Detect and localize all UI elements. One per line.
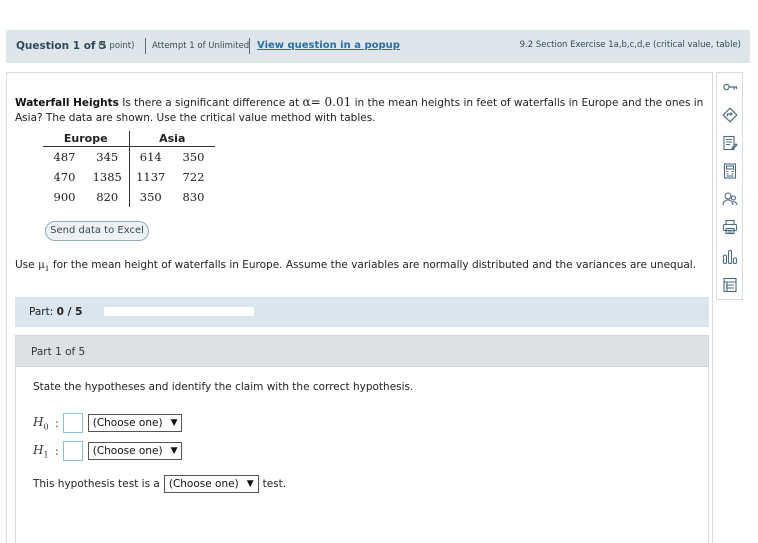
test-type-before: This hypothesis test is a: [33, 478, 160, 490]
problem-text-1: Is there a significant difference at: [122, 97, 300, 109]
send-to-excel-button[interactable]: Send data to Excel: [45, 221, 149, 241]
mu-symbol: μ1: [37, 259, 50, 274]
null-hypothesis-row: H0 : (Choose one) ▼: [33, 413, 183, 433]
question-content: Waterfall Heights Is there a significant…: [6, 72, 713, 543]
h0-symbol: H0: [33, 415, 53, 431]
column-header-europe: Europe: [43, 131, 129, 147]
question-header: Question 1 of 5 (1 point) Attempt 1 of U…: [6, 30, 750, 63]
question-points: (1 point): [98, 41, 135, 51]
table-cell: 1385: [92, 169, 122, 184]
h0-subscript: 0: [43, 422, 49, 432]
header-divider: [249, 38, 250, 54]
alpha-symbol: α: [302, 95, 311, 109]
problem-title: Waterfall Heights: [15, 97, 119, 109]
test-type-line: This hypothesis test is a (Choose one) ▼ …: [33, 475, 286, 493]
part-1-title: Part 1 of 5: [31, 346, 86, 358]
h0-colon: :: [55, 416, 59, 430]
table-cell: 722: [182, 169, 205, 184]
table-cell: 350: [182, 149, 205, 164]
table-cell: 470: [53, 169, 76, 184]
notes-icon[interactable]: [722, 135, 738, 151]
progress-track: [104, 307, 254, 316]
chart-icon[interactable]: [722, 249, 738, 265]
attempt-count: Attempt 1 of Unlimited: [152, 41, 250, 51]
table-cell: 614: [128, 146, 172, 167]
navigate-icon[interactable]: [722, 107, 738, 123]
table-cell: 350: [128, 186, 172, 207]
h0-select-value: (Choose one): [92, 417, 163, 429]
mu-symbol-char: μ: [37, 259, 45, 271]
question-number: Question 1 of 5: [16, 40, 107, 52]
part-1-panel: Part 1 of 5 State the hypotheses and ide…: [15, 335, 709, 543]
table-row: 470 1385 1137 722: [43, 166, 215, 187]
h1-select-value: (Choose one): [92, 445, 163, 457]
h1-answer-box[interactable]: [62, 441, 83, 461]
people-icon[interactable]: [722, 191, 738, 207]
part-progress-bar: Part: 0 / 5: [15, 297, 709, 327]
h0-answer-box[interactable]: [62, 413, 83, 433]
mu-note: Use μ1 for the mean height of waterfalls…: [15, 259, 696, 273]
test-type-after: test.: [262, 478, 287, 490]
dropdown-arrow-icon: ▼: [170, 446, 178, 456]
table-cell: 820: [96, 189, 119, 204]
dropdown-arrow-icon: ▼: [170, 418, 178, 428]
table-cell: 487: [53, 149, 76, 164]
table-row: 900 820 350 830: [43, 186, 215, 207]
alt-hypothesis-row: H1 : (Choose one) ▼: [33, 441, 183, 461]
mu-subscript: 1: [44, 264, 50, 274]
table-cell: 900: [53, 189, 76, 204]
part-progress-value: 0 / 5: [56, 306, 83, 318]
table-cell: 830: [182, 189, 205, 204]
column-header-asia: Asia: [128, 131, 215, 147]
section-label: 9.2 Section Exercise 1a,b,c,d,e (critica…: [519, 40, 741, 50]
part-1-instruction: State the hypotheses and identify the cl…: [33, 381, 414, 393]
problem-text-2: in the mean heights in feet of waterfall…: [15, 97, 704, 124]
view-popup-link[interactable]: View question in a popup: [257, 40, 400, 51]
h1-symbol: H1: [33, 443, 53, 459]
h1-claim-select[interactable]: (Choose one) ▼: [87, 442, 183, 460]
alpha-value: = 0.01: [310, 95, 352, 109]
h1-letter: H: [33, 442, 44, 457]
problem-statement: Waterfall Heights Is there a significant…: [15, 95, 705, 126]
data-table: Europe Asia 487 345 614 350 470 1385 113…: [43, 131, 215, 207]
h0-claim-select[interactable]: (Choose one) ▼: [87, 414, 183, 432]
h1-colon: :: [55, 444, 59, 458]
h1-subscript: 1: [43, 450, 49, 460]
part-progress-label: Part: 0 / 5: [29, 306, 82, 318]
table-cell: 345: [96, 149, 119, 164]
part-1-header: Part 1 of 5: [16, 336, 708, 367]
test-type-select[interactable]: (Choose one) ▼: [163, 475, 259, 493]
tools-sidebar: [716, 72, 743, 300]
key-icon[interactable]: [722, 79, 738, 95]
h0-letter: H: [33, 414, 44, 429]
part-label-text: Part:: [29, 306, 54, 318]
dropdown-arrow-icon: ▼: [246, 479, 254, 489]
mu-note-before: Use: [15, 259, 35, 271]
table-row: 487 345 614 350: [43, 146, 215, 167]
print-icon[interactable]: [722, 219, 738, 235]
header-divider: [145, 38, 146, 54]
test-select-value: (Choose one): [168, 478, 239, 490]
calculator-icon[interactable]: [722, 163, 738, 179]
mu-note-after: for the mean height of waterfalls in Eur…: [52, 259, 697, 271]
table-cell: 1137: [128, 166, 172, 187]
table-icon[interactable]: [722, 277, 738, 293]
